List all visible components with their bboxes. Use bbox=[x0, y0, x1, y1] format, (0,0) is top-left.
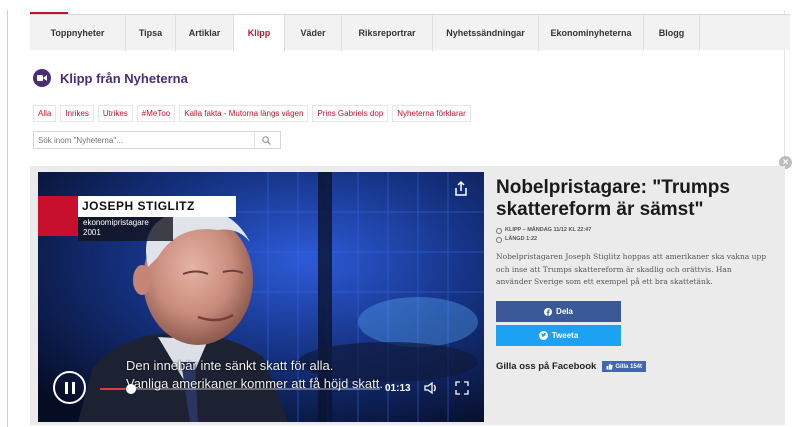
share-icon[interactable] bbox=[452, 180, 470, 198]
filter-chip-prins-gabriels-dop[interactable]: Prins Gabriels dop bbox=[312, 105, 389, 122]
facebook-like-text: Gilla oss på Facebook bbox=[496, 361, 597, 372]
page-title: Klipp från Nyheterna bbox=[60, 70, 188, 86]
tab-ekonominyheterna[interactable]: Ekonominyheterna bbox=[539, 15, 644, 51]
meta-date-row: KLIPP – MÅNDAG 11/12 KL 22:47 bbox=[496, 226, 768, 235]
video-timecode: 01:13 bbox=[385, 383, 411, 394]
pause-icon bbox=[64, 381, 75, 394]
duration-icon bbox=[496, 236, 502, 243]
facebook-like-row: Gilla oss på Facebook Gilla 154t bbox=[496, 361, 646, 372]
video-player[interactable]: JOSEPH STIGLITZ ekonomipristagare 2001 D… bbox=[38, 172, 484, 422]
tab-nyhetssandningar[interactable]: Nyhetssändningar bbox=[433, 15, 539, 51]
progress-handle[interactable] bbox=[125, 384, 136, 394]
fullscreen-icon[interactable] bbox=[454, 380, 470, 396]
thumbs-up-icon bbox=[606, 363, 614, 370]
lower-third-year: 2001 bbox=[83, 228, 101, 237]
tab-riksreportrar[interactable]: Riksreportrar bbox=[342, 15, 433, 51]
search-box bbox=[33, 131, 281, 149]
filter-chip-kalla-fakta[interactable]: Kalla fakta - Mutorna längs vägen bbox=[179, 105, 309, 122]
tab-tipsa[interactable]: Tipsa bbox=[126, 15, 176, 51]
twitter-icon bbox=[538, 331, 548, 340]
share-facebook-button[interactable]: Dela bbox=[496, 301, 621, 322]
search-icon[interactable] bbox=[254, 132, 278, 148]
tab-klipp[interactable]: Klipp bbox=[234, 15, 285, 51]
clip-article: Nobelpristagare: "Trumps skattereform är… bbox=[496, 177, 768, 372]
filter-chip-nyheterna-forklarar[interactable]: Nyheterna förklarar bbox=[392, 105, 471, 122]
facebook-icon bbox=[544, 307, 553, 316]
filter-chip-utrikes[interactable]: Utrikes bbox=[97, 105, 133, 122]
meta-length-row: LÄNGD 1:22 bbox=[496, 235, 768, 244]
lower-third-name: JOSEPH STIGLITZ bbox=[82, 199, 195, 213]
video-camera-icon bbox=[33, 69, 51, 87]
article-length: LÄNGD 1:22 bbox=[505, 236, 538, 242]
subtitle-line-1: Den innebär inte sänkt skatt för alla. bbox=[126, 358, 334, 373]
progress-bar[interactable] bbox=[100, 384, 380, 394]
page-border bbox=[7, 10, 8, 427]
pause-button[interactable] bbox=[53, 371, 86, 404]
article-date: KLIPP – MÅNDAG 11/12 KL 22:47 bbox=[505, 227, 592, 233]
share-twitter-button[interactable]: Tweeta bbox=[496, 325, 621, 346]
filter-chip-alla[interactable]: Alla bbox=[33, 105, 57, 122]
article-summary: Nobelpristagaren Joseph Stiglitz hoppas … bbox=[496, 252, 767, 286]
filter-chip-inrikes[interactable]: Inrikes bbox=[60, 105, 94, 122]
lower-third-role: ekonomipristagare bbox=[83, 218, 149, 227]
volume-icon[interactable] bbox=[423, 380, 439, 396]
tab-blogg[interactable]: Blogg bbox=[644, 15, 700, 51]
page: Toppnyheter Tipsa Artiklar Klipp Väder R… bbox=[0, 0, 792, 427]
clock-icon bbox=[496, 227, 502, 234]
tab-toppnyheter[interactable]: Toppnyheter bbox=[30, 15, 126, 51]
filter-chips: Alla Inrikes Utrikes #MeToo Kalla fakta … bbox=[33, 105, 471, 122]
main-nav: Toppnyheter Tipsa Artiklar Klipp Väder R… bbox=[30, 14, 790, 51]
tab-artiklar[interactable]: Artiklar bbox=[176, 15, 234, 51]
article-meta: KLIPP – MÅNDAG 11/12 KL 22:47 LÄNGD 1:22 bbox=[496, 226, 768, 244]
share-facebook-label: Dela bbox=[556, 307, 573, 316]
facebook-like-label: Gilla 154t bbox=[615, 363, 642, 370]
filter-chip-metoo[interactable]: #MeToo bbox=[136, 105, 176, 122]
section-header: Klipp från Nyheterna bbox=[33, 69, 188, 87]
share-twitter-label: Tweeta bbox=[551, 331, 579, 340]
article-headline: Nobelpristagare: "Trumps skattereform är… bbox=[496, 177, 730, 220]
search-input[interactable] bbox=[34, 132, 254, 148]
tab-vader[interactable]: Väder bbox=[285, 15, 342, 51]
facebook-like-button[interactable]: Gilla 154t bbox=[602, 361, 646, 372]
lower-third-accent bbox=[38, 196, 78, 236]
